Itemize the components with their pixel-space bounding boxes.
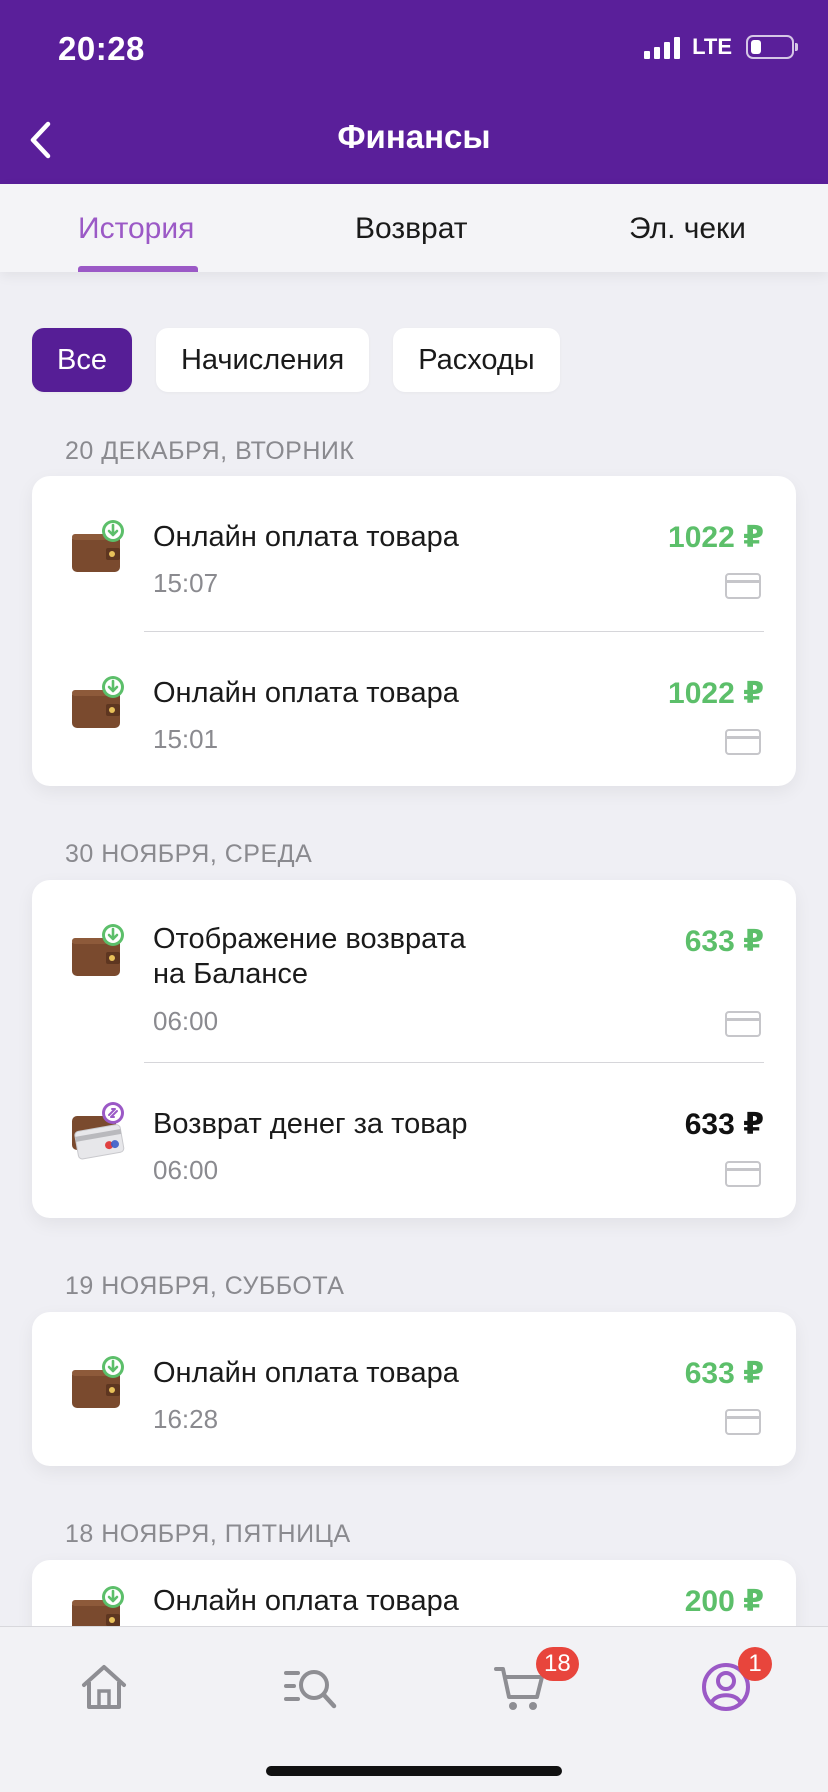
home-indicator (266, 1766, 562, 1776)
divider (144, 631, 764, 632)
transaction-row[interactable]: Онлайн оплата товара 15:01 1022 ₽ (32, 662, 796, 782)
page-title: Финансы (337, 118, 491, 155)
date-header: 20 ДЕКАБРЯ, ВТОРНИК (65, 437, 355, 465)
transaction-time: 06:00 (153, 1155, 219, 1185)
bank-card-icon (725, 1409, 761, 1435)
transaction-title: Онлайн оплата товара (153, 521, 459, 553)
transaction-title: Отображение возврата на Балансе (153, 922, 466, 992)
transaction-amount: 633 ₽ (684, 925, 764, 958)
bank-card-icon (725, 573, 761, 599)
date-header: 30 НОЯБРЯ, СРЕДА (65, 840, 313, 868)
transaction-time: 15:01 (153, 724, 219, 754)
cart-badge: 18 (536, 1647, 579, 1681)
active-tab-indicator (78, 266, 198, 272)
transaction-title-line: Отображение возврата (153, 923, 466, 955)
transaction-row[interactable]: Отображение возврата на Балансе 06:00 63… (32, 910, 796, 1060)
transaction-row[interactable]: Возврат денег за товар 06:00 633 ₽ (32, 1094, 796, 1214)
tab-history[interactable]: История (78, 212, 194, 246)
battery-icon (746, 35, 798, 59)
wallet-deposit-icon (68, 520, 128, 580)
transaction-amount: 1022 ₽ (668, 677, 764, 710)
transaction-title: Онлайн оплата товара (153, 1585, 459, 1617)
transaction-card: Онлайн оплата товара 16:28 633 ₽ (32, 1312, 796, 1466)
transaction-title-line: на Балансе (153, 958, 309, 990)
bank-card-icon (725, 1011, 761, 1037)
transaction-time: 16:28 (153, 1404, 219, 1434)
catalog-search-icon (284, 1670, 337, 1709)
transaction-title: Онлайн оплата товара (153, 677, 459, 709)
wallet-card-refund-icon (68, 1102, 128, 1162)
transaction-card: Отображение возврата на Балансе 06:00 63… (32, 880, 796, 1218)
filter-chips: Все Начисления Расходы (32, 328, 560, 392)
transaction-amount: 200 ₽ (684, 1585, 764, 1618)
transaction-title: Возврат денег за товар (153, 1108, 468, 1140)
transaction-card: Онлайн оплата товара 15:07 1022 ₽ Онлайн… (32, 476, 796, 786)
filter-expenses-chip[interactable]: Расходы (393, 328, 560, 392)
filter-all-chip[interactable]: Все (32, 328, 132, 392)
app-header: 20:28 LTE Финансы (0, 0, 828, 184)
transaction-row[interactable]: Онлайн оплата товара 16:28 633 ₽ (32, 1342, 796, 1462)
nav-home[interactable] (76, 1659, 132, 1715)
transaction-time: 15:07 (153, 568, 219, 598)
wallet-deposit-icon (68, 924, 128, 984)
transaction-amount: 633 ₽ (684, 1108, 764, 1141)
divider (144, 1062, 764, 1063)
profile-badge: 1 (738, 1647, 772, 1681)
signal-icon (644, 35, 681, 59)
status-indicators: LTE (644, 34, 798, 60)
date-header: 18 НОЯБРЯ, ПЯТНИЦА (65, 1520, 351, 1548)
status-time: 20:28 (58, 30, 145, 67)
tab-receipts[interactable]: Эл. чеки (629, 212, 746, 246)
transaction-amount: 1022 ₽ (668, 521, 764, 554)
wallet-deposit-icon (68, 1356, 128, 1416)
transaction-time: 06:00 (153, 1006, 219, 1036)
transaction-title: Онлайн оплата товара (153, 1357, 459, 1389)
tab-refund[interactable]: Возврат (355, 212, 468, 246)
nav-catalog[interactable] (282, 1659, 338, 1715)
bank-card-icon (725, 729, 761, 755)
tab-bar: История Возврат Эл. чеки (0, 184, 828, 272)
home-icon (82, 1665, 126, 1709)
date-header: 19 НОЯБРЯ, СУББОТА (65, 1272, 345, 1300)
transaction-amount: 633 ₽ (684, 1357, 764, 1390)
transaction-row[interactable]: Онлайн оплата товара 15:07 1022 ₽ (32, 506, 796, 626)
network-type: LTE (692, 34, 732, 59)
filter-income-chip[interactable]: Начисления (155, 328, 370, 392)
bank-card-icon (725, 1161, 761, 1187)
wallet-deposit-icon (68, 676, 128, 736)
